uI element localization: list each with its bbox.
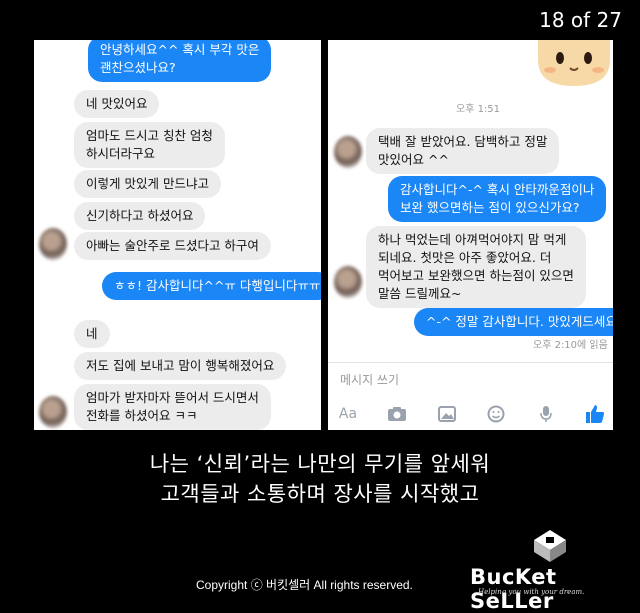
avatar[interactable] [334, 136, 362, 168]
microphone-icon[interactable] [534, 402, 558, 426]
chat-message: 네 [74, 320, 110, 348]
avatar[interactable] [39, 396, 67, 428]
chat-message: 택배 잘 받았어요. 담백하고 정말 맛있어요 ^^ [366, 128, 560, 174]
caption-line: 나는 ‘신뢰’라는 나만의 무기를 앞세워 [149, 452, 491, 476]
emoji-icon[interactable] [484, 402, 508, 426]
caption-line: 고객들과 소통하며 장사를 시작했고 [160, 482, 480, 506]
chat-message: 엄마도 드시고 칭찬 엄청 하시더라구요 [74, 122, 225, 168]
bucket-logo-icon [534, 530, 566, 562]
chat-message: ㅎㅎ! 감사합니다^^ㅠ 다행입니다ㅠㅠ [102, 272, 321, 300]
chat-message: 엄마가 받자마자 뜯어서 드시면서 전화를 하셨어요 ㅋㅋ [74, 384, 271, 430]
like-thumb-icon[interactable] [583, 402, 607, 426]
copyright-text: Copyright ⓒ 버킷셀러 All rights reserved. [196, 578, 413, 592]
avatar[interactable] [334, 266, 362, 298]
avatar[interactable] [39, 228, 67, 260]
text-format-icon[interactable]: Aa [336, 402, 360, 426]
chat-message: 하나 먹었는데 아껴먹어야지 맘 먹게 되네요. 첫맛은 아주 좋았어요. 더 … [366, 226, 586, 308]
chat-message: 안녕하세요^^ 혹시 부각 맛은 괜찬으셨나요? [88, 40, 272, 82]
chat-message: 저도 집에 보내고 맘이 행복해졌어요 [74, 352, 287, 380]
read-receipt: 오후 2:10에 읽음 [533, 340, 608, 351]
slide-counter: 18 of 27 [539, 8, 622, 32]
message-composer: 메시지 쓰기 Aa [328, 362, 613, 430]
left-chat-panel: 안녕하세요^^ 혹시 부각 맛은 괜찬으셨나요? 네 맛있어요 엄마도 드시고 … [34, 40, 321, 430]
chat-message: 감사합니다^-^ 혹시 안타까운점이나 보완 했으면하는 점이 있으신가요? [388, 176, 607, 222]
chat-message: 아빠는 술안주로 드셨다고 하구여 [74, 232, 271, 260]
chat-time-label: 오후 1:51 [456, 104, 501, 115]
composer-toolbar: Aa [336, 401, 607, 427]
chat-message: 네 맛있어요 [74, 90, 160, 118]
chat-message: ^-^ 정말 감사합니다. 맛있게드세요! [414, 308, 613, 336]
chat-message: 이렇게 맛있게 만드냐고 [74, 170, 221, 198]
smiley-face-icon [538, 40, 610, 86]
message-input[interactable]: 메시지 쓰기 [340, 371, 399, 388]
camera-icon[interactable] [385, 402, 409, 426]
right-chat-panel: 오후 1:51 택배 잘 받았어요. 담백하고 정말 맛있어요 ^^ 감사합니다… [328, 40, 613, 430]
brand-tagline: Helping you with your dream. [478, 588, 585, 596]
chat-message: 신기하다고 하셨어요 [74, 202, 206, 230]
image-icon[interactable] [435, 402, 459, 426]
